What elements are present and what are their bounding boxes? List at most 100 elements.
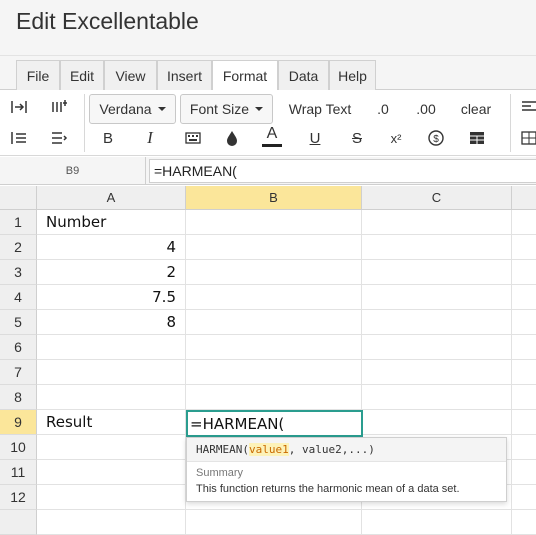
tab-data[interactable]: Data — [278, 60, 329, 90]
cell-c7[interactable] — [362, 360, 512, 385]
svg-text:$: $ — [433, 134, 439, 145]
currency-icon[interactable]: $ — [425, 127, 447, 149]
cell-d6[interactable] — [512, 335, 536, 360]
table-format-icon[interactable] — [466, 127, 488, 149]
summary-label: Summary — [196, 467, 244, 479]
column-header-d[interactable] — [512, 186, 536, 210]
tab-insert[interactable]: Insert — [157, 60, 212, 90]
wrap-text-button[interactable]: Wrap Text — [282, 95, 358, 123]
cell-b6[interactable] — [186, 335, 362, 360]
formula-input[interactable]: =HARMEAN( — [149, 159, 536, 183]
row-header-2[interactable]: 2 — [0, 235, 37, 260]
cell-b3[interactable] — [186, 260, 362, 285]
cell-a11[interactable] — [37, 460, 186, 485]
text-direction-icon[interactable] — [48, 96, 70, 118]
tab-help[interactable]: Help — [329, 60, 376, 90]
outdent-icon[interactable] — [8, 127, 30, 149]
row-header-4[interactable]: 4 — [0, 285, 37, 310]
cell-d11[interactable] — [512, 460, 536, 485]
cell-d2[interactable] — [512, 235, 536, 260]
fill-color-icon[interactable] — [221, 127, 243, 149]
cell-d1[interactable] — [512, 210, 536, 235]
bold-button[interactable]: B — [97, 127, 119, 149]
column-header-c[interactable]: C — [362, 186, 512, 210]
row-header-5[interactable]: 5 — [0, 310, 37, 335]
cell-c1[interactable] — [362, 210, 512, 235]
decimal-increase-button[interactable]: .00 — [410, 95, 442, 123]
cell-a9[interactable]: Result — [37, 410, 186, 435]
cell-a10[interactable] — [37, 435, 186, 460]
cell-b5[interactable] — [186, 310, 362, 335]
cell-b2[interactable] — [186, 235, 362, 260]
cell-c9[interactable] — [362, 410, 512, 435]
font-size-select[interactable]: Font Size — [180, 94, 273, 124]
row-header-8[interactable]: 8 — [0, 385, 37, 410]
borders-icon[interactable] — [518, 127, 536, 149]
cell-b8[interactable] — [186, 385, 362, 410]
cell-d8[interactable] — [512, 385, 536, 410]
cell-b4[interactable] — [186, 285, 362, 310]
row-header-1[interactable]: 1 — [0, 210, 37, 235]
cell-a3[interactable]: 2 — [37, 260, 186, 285]
tab-edit[interactable]: Edit — [60, 60, 104, 90]
cell-c6[interactable] — [362, 335, 512, 360]
chevron-down-icon — [157, 107, 166, 111]
row-header-12[interactable]: 12 — [0, 485, 37, 510]
column-header-a[interactable]: A — [37, 186, 186, 210]
cell-c2[interactable] — [362, 235, 512, 260]
cell-d4[interactable] — [512, 285, 536, 310]
cell-a4[interactable]: 7.5 — [37, 285, 186, 310]
cell-a5[interactable]: 8 — [37, 310, 186, 335]
cell-a13[interactable] — [37, 510, 186, 535]
keyboard-icon[interactable] — [182, 127, 204, 149]
cell-d12[interactable] — [512, 485, 536, 510]
cell-c8[interactable] — [362, 385, 512, 410]
cell-d3[interactable] — [512, 260, 536, 285]
cell-d7[interactable] — [512, 360, 536, 385]
cell-b13[interactable] — [186, 510, 362, 535]
row-header-9[interactable]: 9 — [0, 410, 37, 435]
cell-a7[interactable] — [37, 360, 186, 385]
cell-d9[interactable] — [512, 410, 536, 435]
tab-file[interactable]: File — [16, 60, 60, 90]
tab-format[interactable]: Format — [212, 60, 278, 91]
line-spacing-icon[interactable] — [48, 127, 70, 149]
cell-d5[interactable] — [512, 310, 536, 335]
cell-d13[interactable] — [512, 510, 536, 535]
cell-a8[interactable] — [37, 385, 186, 410]
cell-a1[interactable]: Number — [37, 210, 186, 235]
decimal-decrease-button[interactable]: .0 — [370, 95, 396, 123]
italic-button[interactable]: I — [139, 127, 161, 149]
cell-c4[interactable] — [362, 285, 512, 310]
cell-b1[interactable] — [186, 210, 362, 235]
clear-button[interactable]: clear — [454, 95, 498, 123]
cell-d10[interactable] — [512, 435, 536, 460]
tab-view[interactable]: View — [104, 60, 157, 90]
font-color-button[interactable]: A — [261, 123, 283, 149]
cell-a6[interactable] — [37, 335, 186, 360]
active-cell-b9[interactable]: =HARMEAN( — [186, 410, 363, 437]
row-header-6[interactable]: 6 — [0, 335, 37, 360]
row-header-11[interactable]: 11 — [0, 460, 37, 485]
cell-reference-box[interactable]: B9 — [0, 157, 146, 185]
function-signature[interactable]: HARMEAN(value1, value2,...) — [187, 438, 506, 462]
strikethrough-button[interactable]: S — [346, 127, 368, 149]
cell-a2[interactable]: 4 — [37, 235, 186, 260]
row-header-7[interactable]: 7 — [0, 360, 37, 385]
superscript-button[interactable]: x² — [385, 127, 407, 149]
cell-c3[interactable] — [362, 260, 512, 285]
cell-c13[interactable] — [362, 510, 512, 535]
row-header-10[interactable]: 10 — [0, 435, 37, 460]
underline-button[interactable]: U — [304, 127, 326, 149]
cell-a12[interactable] — [37, 485, 186, 510]
row-header-13[interactable] — [0, 510, 37, 535]
select-all-corner[interactable] — [0, 186, 37, 210]
column-header-b[interactable]: B — [186, 186, 362, 210]
indent-icon[interactable] — [8, 96, 30, 118]
font-color-glyph: A — [266, 124, 278, 142]
font-family-select[interactable]: Verdana — [89, 94, 176, 124]
align-left-icon[interactable] — [518, 96, 536, 118]
cell-b7[interactable] — [186, 360, 362, 385]
row-header-3[interactable]: 3 — [0, 260, 37, 285]
cell-c5[interactable] — [362, 310, 512, 335]
